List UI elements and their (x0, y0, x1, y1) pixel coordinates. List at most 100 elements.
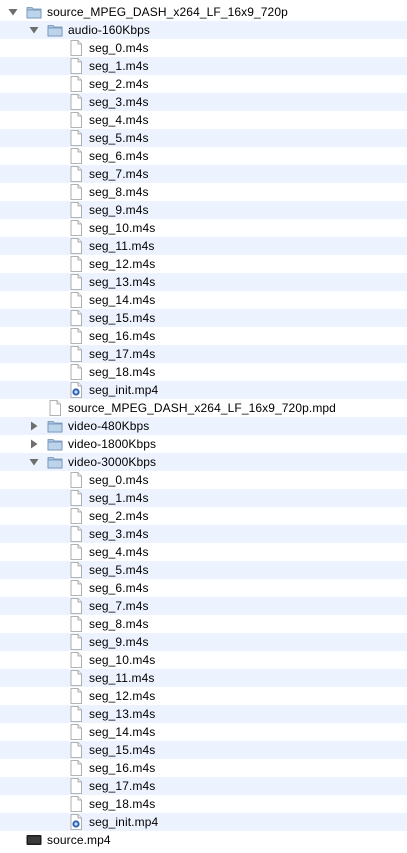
file-name: seg_18.m4s (89, 797, 156, 811)
file-row[interactable]: seg_5.m4s (0, 561, 407, 579)
document-icon (68, 580, 84, 596)
document-icon (68, 202, 84, 218)
file-row[interactable]: seg_15.m4s (0, 309, 407, 327)
file-row[interactable]: seg_9.m4s (0, 633, 407, 651)
file-row[interactable]: seg_9.m4s (0, 201, 407, 219)
file-row[interactable]: seg_4.m4s (0, 543, 407, 561)
file-row[interactable]: seg_2.m4s (0, 75, 407, 93)
file-row[interactable]: seg_17.m4s (0, 345, 407, 363)
file-row[interactable]: seg_14.m4s (0, 723, 407, 741)
document-icon (68, 562, 84, 578)
document-icon (68, 688, 84, 704)
file-name: seg_10.m4s (89, 221, 156, 235)
folder-name: video-480Kbps (68, 419, 150, 433)
document-icon (47, 400, 63, 416)
folder-icon (47, 418, 63, 434)
document-icon (68, 706, 84, 722)
folder-row[interactable]: audio-160Kbps (0, 21, 407, 39)
file-name: seg_16.m4s (89, 761, 156, 775)
folder-icon (47, 436, 63, 452)
document-icon (68, 364, 84, 380)
disclosure-triangle-down-icon[interactable] (7, 6, 19, 18)
document-icon (68, 310, 84, 326)
file-name: seg_15.m4s (89, 743, 156, 757)
document-icon (68, 490, 84, 506)
file-name: seg_3.m4s (89, 527, 149, 541)
file-row[interactable]: seg_10.m4s (0, 219, 407, 237)
folder-icon (47, 22, 63, 38)
document-icon (68, 40, 84, 56)
file-name: seg_9.m4s (89, 635, 149, 649)
file-row[interactable]: source_MPEG_DASH_x264_LF_16x9_720p.mpd (0, 399, 407, 417)
folder-row[interactable]: video-480Kbps (0, 417, 407, 435)
file-row[interactable]: seg_6.m4s (0, 147, 407, 165)
folder-row[interactable]: source_MPEG_DASH_x264_LF_16x9_720p (0, 3, 407, 21)
file-row[interactable]: seg_11.m4s (0, 669, 407, 687)
document-icon (68, 796, 84, 812)
document-icon (68, 94, 84, 110)
document-icon (68, 220, 84, 236)
quicktime-movie-icon (68, 814, 84, 830)
file-row[interactable]: seg_16.m4s (0, 759, 407, 777)
document-icon (68, 184, 84, 200)
file-name: seg_14.m4s (89, 293, 156, 307)
document-icon (68, 616, 84, 632)
document-icon (68, 760, 84, 776)
file-row[interactable]: seg_12.m4s (0, 255, 407, 273)
folder-icon (47, 454, 63, 470)
file-name: seg_11.m4s (89, 239, 155, 253)
folder-row[interactable]: video-1800Kbps (0, 435, 407, 453)
folder-name: video-1800Kbps (68, 437, 157, 451)
file-row[interactable]: source.mp4 (0, 831, 407, 849)
file-row[interactable]: seg_4.m4s (0, 111, 407, 129)
file-row[interactable]: seg_5.m4s (0, 129, 407, 147)
file-row[interactable]: seg_12.m4s (0, 687, 407, 705)
file-name: seg_6.m4s (89, 581, 149, 595)
disclosure-triangle-right-icon[interactable] (28, 438, 40, 450)
document-icon (68, 256, 84, 272)
file-row[interactable]: seg_8.m4s (0, 615, 407, 633)
file-row[interactable]: seg_8.m4s (0, 183, 407, 201)
file-row[interactable]: seg_17.m4s (0, 777, 407, 795)
disclosure-triangle-down-icon[interactable] (28, 24, 40, 36)
file-row[interactable]: seg_7.m4s (0, 597, 407, 615)
file-name: seg_init.mp4 (89, 815, 159, 829)
document-icon (68, 274, 84, 290)
file-row[interactable]: seg_18.m4s (0, 795, 407, 813)
disclosure-triangle-right-icon[interactable] (28, 420, 40, 432)
file-row[interactable]: seg_11.m4s (0, 237, 407, 255)
file-row[interactable]: seg_init.mp4 (0, 381, 407, 399)
file-name: seg_4.m4s (89, 113, 149, 127)
folder-name: audio-160Kbps (68, 23, 151, 37)
folder-row[interactable]: video-3000Kbps (0, 453, 407, 471)
file-row[interactable]: seg_1.m4s (0, 489, 407, 507)
document-icon (68, 328, 84, 344)
document-icon (68, 724, 84, 740)
file-name: seg_7.m4s (89, 167, 149, 181)
file-row[interactable]: seg_7.m4s (0, 165, 407, 183)
file-row[interactable]: seg_init.mp4 (0, 813, 407, 831)
file-row[interactable]: seg_18.m4s (0, 363, 407, 381)
file-name: seg_5.m4s (89, 131, 149, 145)
file-row[interactable]: seg_16.m4s (0, 327, 407, 345)
file-name: seg_13.m4s (89, 707, 156, 721)
document-icon (68, 472, 84, 488)
file-row[interactable]: seg_13.m4s (0, 705, 407, 723)
file-row[interactable]: seg_0.m4s (0, 39, 407, 57)
file-name: seg_4.m4s (89, 545, 149, 559)
disclosure-triangle-down-icon[interactable] (28, 456, 40, 468)
document-icon (68, 148, 84, 164)
file-row[interactable]: seg_15.m4s (0, 741, 407, 759)
file-row[interactable]: seg_0.m4s (0, 471, 407, 489)
file-row[interactable]: seg_2.m4s (0, 507, 407, 525)
file-row[interactable]: seg_3.m4s (0, 525, 407, 543)
file-row[interactable]: seg_1.m4s (0, 57, 407, 75)
file-row[interactable]: seg_13.m4s (0, 273, 407, 291)
file-row[interactable]: seg_10.m4s (0, 651, 407, 669)
file-row[interactable]: seg_6.m4s (0, 579, 407, 597)
file-row[interactable]: seg_3.m4s (0, 93, 407, 111)
file-row[interactable]: seg_14.m4s (0, 291, 407, 309)
document-icon (68, 598, 84, 614)
file-name: seg_12.m4s (89, 689, 156, 703)
file-name: seg_11.m4s (89, 671, 155, 685)
